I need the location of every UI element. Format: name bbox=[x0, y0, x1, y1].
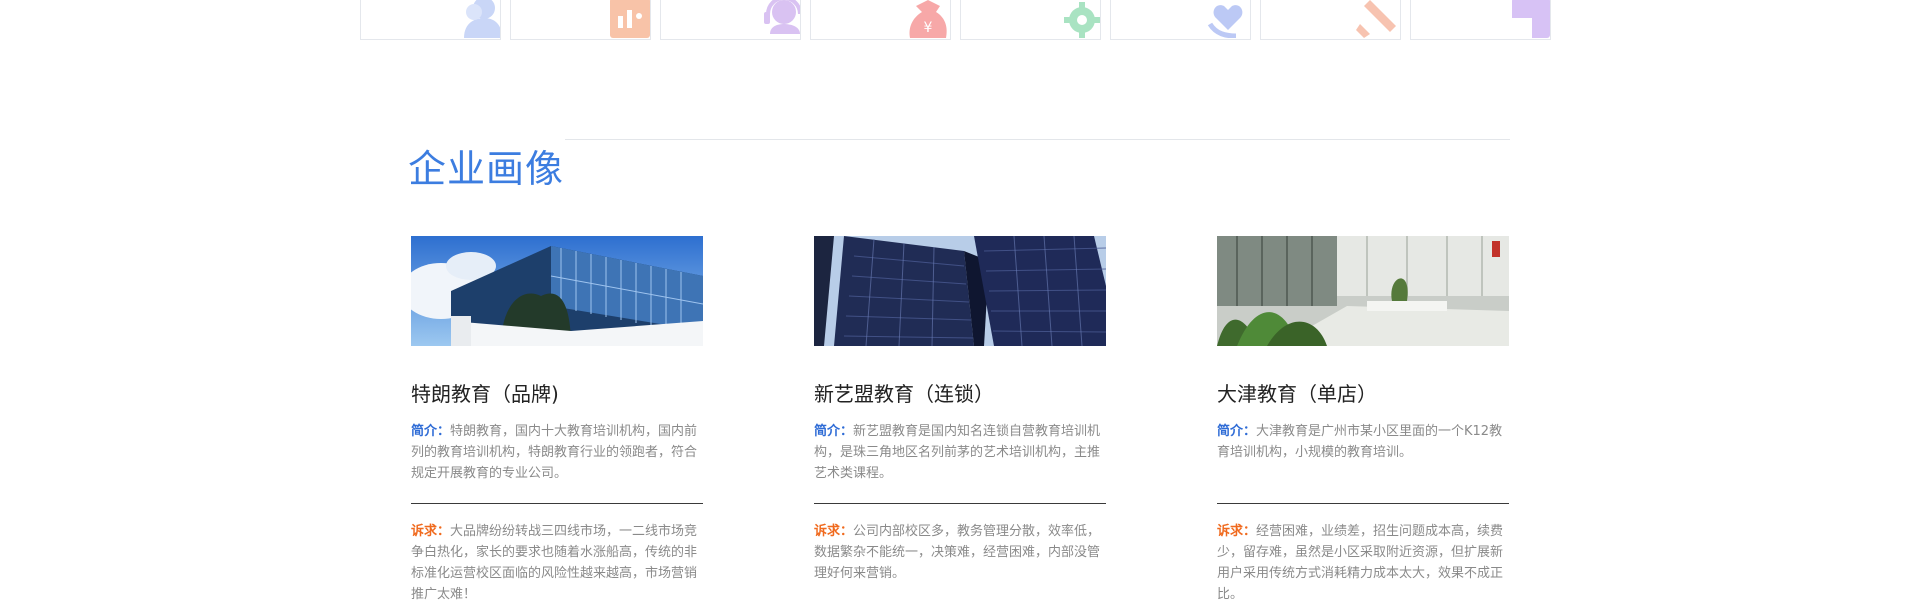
demand-text: 公司内部校区多，教务管理分散，效率低，数据繁杂不能统一，决策难，经营困难，内部没… bbox=[814, 524, 1101, 581]
svg-text:¥: ¥ bbox=[924, 20, 933, 36]
intro-label: 简介： bbox=[1217, 424, 1257, 439]
service-tile[interactable] bbox=[1260, 0, 1401, 40]
headset-icon bbox=[764, 0, 800, 34]
service-tile[interactable] bbox=[1110, 0, 1251, 40]
service-tile[interactable] bbox=[1410, 0, 1551, 40]
profile-card: 大津教育（单店） 简介：大津教育是广州市某小区里面的一个K12教育培训机构，小规… bbox=[1217, 236, 1517, 605]
card-divider bbox=[1217, 503, 1509, 504]
chart-bars-icon bbox=[610, 0, 650, 38]
office-interior-photo bbox=[1217, 236, 1509, 346]
demand-label: 诉求： bbox=[814, 524, 854, 539]
card-title: 新艺盟教育（连锁） bbox=[814, 382, 994, 406]
section-title: 企业画像 bbox=[408, 146, 565, 191]
card-demand: 诉求：经营困难，业绩差，招生问题成本高，续费少，留存难，虽然是小区采取附近资源，… bbox=[1217, 521, 1512, 605]
card-divider bbox=[411, 503, 703, 504]
demand-text: 大品牌纷纷转战三四线市场，一二线市场竞争白热化，家长的要求也随着水涨船高，传统的… bbox=[411, 524, 698, 602]
card-title: 大津教育（单店） bbox=[1217, 382, 1377, 406]
heart-hand-icon bbox=[1207, 5, 1243, 38]
intro-label: 简介： bbox=[411, 424, 451, 439]
card-divider bbox=[814, 503, 1106, 504]
intro-text: 大津教育是广州市某小区里面的一个K12教育培训机构，小规模的教育培训。 bbox=[1217, 424, 1503, 460]
money-bag-yen-icon: ¥ bbox=[909, 0, 947, 38]
profile-card: 新艺盟教育（连锁） 简介：新艺盟教育是国内知名连锁自营教育培训机构，是珠三角地区… bbox=[814, 236, 1114, 584]
intro-text: 特朗教育，国内十大教育培训机构，国内前列的教育培训机构，特朗教育行业的领跑者，符… bbox=[411, 424, 698, 481]
service-tile[interactable] bbox=[960, 0, 1101, 40]
service-tile[interactable] bbox=[360, 0, 501, 40]
service-tile[interactable]: ¥ bbox=[810, 0, 951, 40]
card-title: 特朗教育（品牌) bbox=[411, 382, 559, 406]
demand-label: 诉求： bbox=[1217, 524, 1257, 539]
intro-text: 新艺盟教育是国内知名连锁自营教育培训机构，是珠三角地区名列前茅的艺术培训机构，主… bbox=[814, 424, 1101, 481]
demand-label: 诉求： bbox=[411, 524, 451, 539]
section-header: 企业画像 bbox=[408, 112, 1510, 191]
office-building-photo bbox=[411, 236, 703, 346]
demand-text: 经营困难，业绩差，招生问题成本高，续费少，留存难，虽然是小区采取附近资源，但扩展… bbox=[1217, 524, 1504, 602]
brush-icon bbox=[1356, 0, 1396, 38]
intro-label: 简介： bbox=[814, 424, 854, 439]
card-intro: 简介：大津教育是广州市某小区里面的一个K12教育培训机构，小规模的教育培训。 bbox=[1217, 421, 1512, 487]
card-intro: 简介：特朗教育，国内十大教育培训机构，国内前列的教育培训机构，特朗教育行业的领跑… bbox=[411, 421, 706, 487]
card-demand: 诉求：公司内部校区多，教务管理分散，效率低，数据繁杂不能统一，决策难，经营困难，… bbox=[814, 521, 1109, 584]
document-corner-icon bbox=[1512, 0, 1550, 38]
service-tile[interactable] bbox=[510, 0, 651, 40]
gear-icon bbox=[1064, 2, 1100, 38]
card-intro: 简介：新艺盟教育是国内知名连锁自营教育培训机构，是珠三角地区名列前茅的艺术培训机… bbox=[814, 421, 1109, 487]
profile-card: 特朗教育（品牌) 简介：特朗教育，国内十大教育培训机构，国内前列的教育培训机构，… bbox=[411, 236, 711, 605]
user-group-icon bbox=[464, 0, 500, 38]
service-tiles-strip: ¥ bbox=[360, 0, 1563, 41]
skyscrapers-photo bbox=[814, 236, 1106, 346]
service-tile[interactable] bbox=[660, 0, 801, 40]
card-demand: 诉求：大品牌纷纷转战三四线市场，一二线市场竞争白热化，家长的要求也随着水涨船高，… bbox=[411, 521, 706, 605]
section-divider-line bbox=[565, 139, 1510, 140]
